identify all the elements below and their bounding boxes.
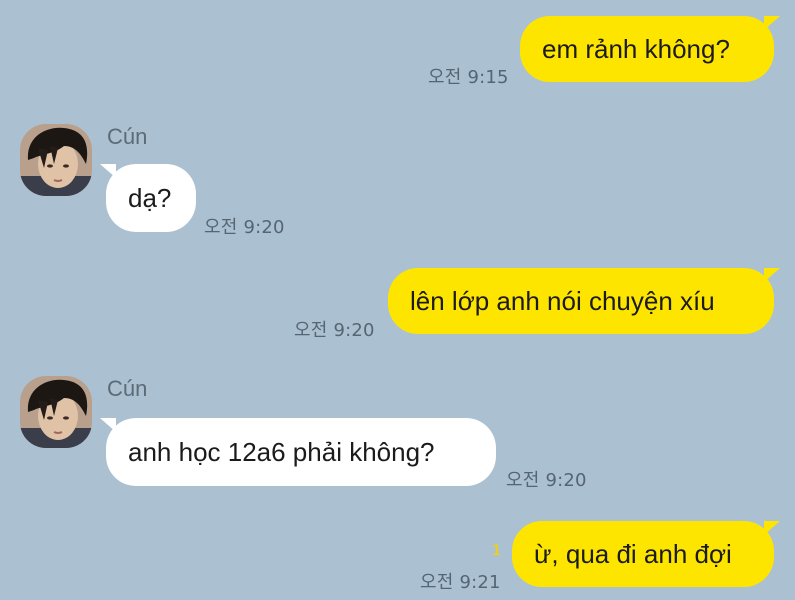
- message-text: em rảnh không?: [542, 33, 730, 64]
- message-timestamp: 오전 9:20: [506, 470, 587, 491]
- message-bubble-outgoing[interactable]: ừ, qua đi anh đợi: [512, 521, 780, 587]
- avatar-photo: [20, 376, 92, 448]
- message-timestamp: 오전 9:21: [420, 572, 501, 593]
- sender-name: Cún: [107, 124, 148, 149]
- avatar-photo: [20, 124, 92, 196]
- message-text: lên lớp anh nói chuyện xíu: [410, 285, 715, 316]
- message-text: dạ?: [128, 182, 172, 213]
- contact-avatar[interactable]: [20, 124, 92, 196]
- sender-name: Cún: [107, 376, 148, 401]
- message-timestamp: 오전 9:15: [428, 67, 509, 88]
- message-text: anh học 12a6 phải không?: [128, 436, 435, 467]
- message-timestamp: 오전 9:20: [294, 320, 375, 341]
- contact-avatar[interactable]: [20, 376, 92, 448]
- message-bubble-incoming[interactable]: dạ?: [100, 164, 196, 232]
- message-bubble-incoming[interactable]: anh học 12a6 phải không?: [100, 418, 496, 486]
- message-bubble-outgoing[interactable]: em rảnh không?: [520, 16, 780, 82]
- message-text: ừ, qua đi anh đợi: [534, 538, 732, 569]
- message-timestamp: 오전 9:20: [204, 217, 285, 238]
- unread-count: 1: [492, 542, 501, 559]
- message-bubble-outgoing[interactable]: lên lớp anh nói chuyện xíu: [388, 268, 780, 334]
